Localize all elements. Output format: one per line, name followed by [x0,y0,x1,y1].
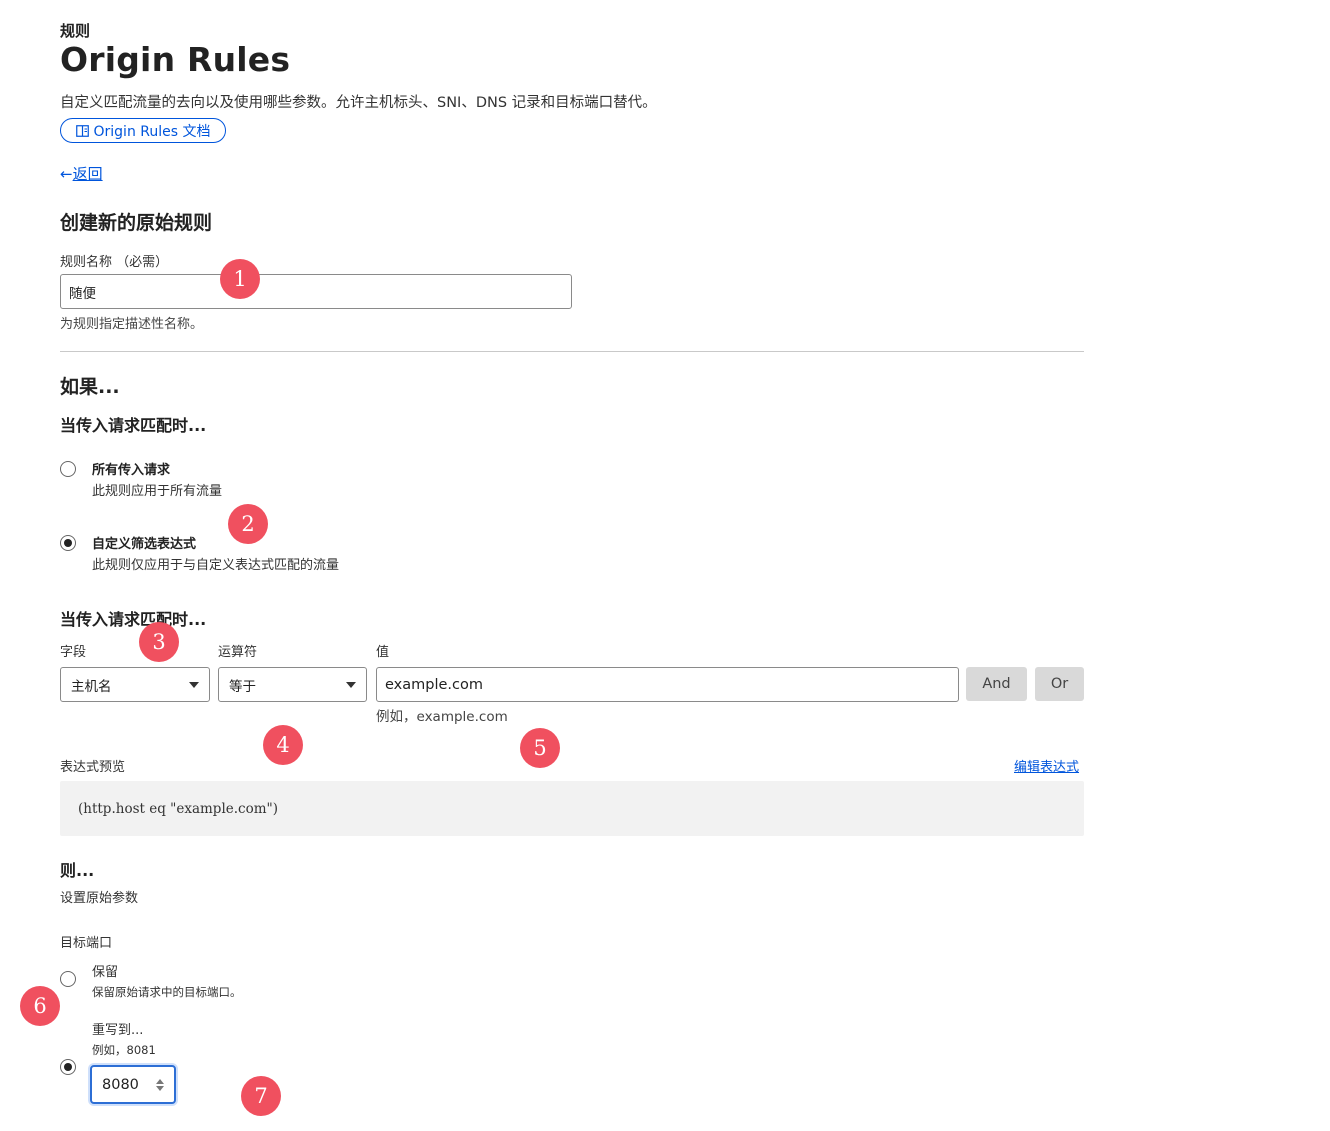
value-help: 例如，example.com [376,709,508,725]
annotation-marker-2: 2 [228,504,268,544]
radio-custom-expression[interactable] [60,535,76,551]
back-link[interactable]: ← 返回 [60,163,103,184]
edit-expression-link[interactable]: 编辑表达式 [1014,756,1079,775]
back-link-label: 返回 [72,165,103,183]
expression-preview-label: 表达式预览 [60,760,126,775]
rule-name-input[interactable]: 随便 [60,274,572,309]
option-preserve-subtitle: 保留原始请求中的目标端口。 [92,985,242,999]
annotation-marker-4: 4 [263,725,303,765]
option-all-requests-subtitle: 此规则应用于所有流量 [92,484,223,499]
spinner-icon[interactable] [156,1078,164,1091]
port-number-value: 8080 [102,1076,139,1093]
option-all-requests-title: 所有传入请求 [92,463,171,478]
then-subheading: 设置原始参数 [60,891,139,906]
destination-port-label: 目标端口 [60,936,113,951]
radio-selected-dot [64,539,72,547]
arrow-left-icon: ← [60,164,73,183]
option-custom-expression-subtitle: 此规则仅应用于与自定义表达式匹配的流量 [92,558,340,573]
annotation-marker-5: 5 [520,728,560,768]
page-title: Origin Rules [60,40,291,79]
annotation-marker-7: 7 [241,1076,281,1116]
match-heading: 当传入请求匹配时... [60,416,207,435]
option-preserve-title: 保留 [92,965,119,980]
annotation-marker-1: 1 [220,259,260,299]
operator-label: 运算符 [218,645,258,660]
port-number-input[interactable]: 8080 [90,1065,176,1104]
field-select-value: 主机名 [71,678,112,695]
rule-name-label: 规则名称 （必需） [60,255,169,270]
option-custom-expression-title: 自定义筛选表达式 [92,537,197,552]
book-icon [75,124,89,137]
chevron-down-icon [346,681,356,688]
page-description: 自定义匹配流量的去向以及使用哪些参数。允许主机标头、SNI、DNS 记录和目标端… [60,95,657,111]
radio-selected-dot [64,1063,72,1071]
operator-select-value: 等于 [229,678,256,695]
value-input[interactable]: example.com [376,667,959,702]
expression-preview-text: (http.host eq "example.com") [78,800,279,817]
radio-preserve-port[interactable] [60,971,76,987]
radio-rewrite-port[interactable] [60,1059,76,1075]
docs-button-label: Origin Rules 文档 [93,123,211,140]
docs-button[interactable]: Origin Rules 文档 [60,118,226,143]
match-heading-2: 当传入请求匹配时... [60,610,207,629]
expression-preview: (http.host eq "example.com") [60,781,1084,836]
annotation-marker-6: 6 [20,986,60,1026]
rule-name-value: 随便 [69,285,96,302]
chevron-down-icon [189,681,199,688]
operator-select[interactable]: 等于 [218,667,367,702]
annotation-marker-3: 3 [139,622,179,662]
rule-name-help: 为规则指定描述性名称。 [60,317,204,332]
and-button[interactable]: And [966,667,1027,701]
breadcrumb: 规则 [60,22,91,40]
form-heading: 创建新的原始规则 [60,212,213,234]
option-rewrite-title: 重写到... [92,1023,144,1038]
or-button[interactable]: Or [1035,667,1084,701]
section-divider [60,351,1084,352]
value-label: 值 [376,645,390,660]
radio-all-requests[interactable] [60,461,76,477]
field-select[interactable]: 主机名 [60,667,210,702]
value-input-value: example.com [385,676,483,693]
field-label: 字段 [60,645,87,660]
then-heading: 则... [60,861,95,880]
if-heading: 如果... [60,376,120,398]
option-rewrite-subtitle: 例如，8081 [92,1043,156,1057]
